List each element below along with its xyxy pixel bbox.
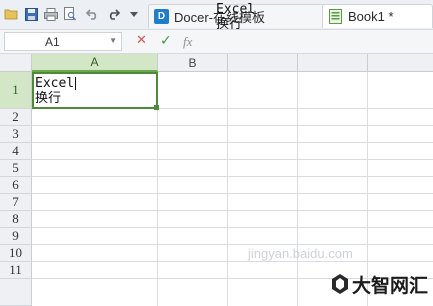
grid-line [32, 193, 433, 194]
cell-text-line-2: 换行 [35, 91, 62, 106]
fx-icon[interactable]: fx [183, 34, 192, 50]
row-header-8[interactable]: 8 [0, 211, 32, 228]
grid-line [32, 261, 433, 262]
text-caret [75, 77, 77, 90]
cell-reference: A1 [45, 34, 60, 49]
watermark-brand: 大智网汇 [352, 275, 429, 297]
column-header-c[interactable] [228, 54, 298, 72]
undo-icon[interactable] [85, 7, 99, 21]
name-box[interactable]: A1 ▼ [4, 32, 122, 51]
redo-icon[interactable] [106, 7, 120, 21]
grid-line [32, 142, 433, 143]
active-cell-a1[interactable]: Excel 换行 [32, 72, 158, 109]
print-preview-icon[interactable] [63, 7, 77, 21]
watermark-site: jingyan.baidu.com [248, 246, 353, 261]
column-header-d[interactable] [298, 54, 368, 72]
cell-text-line-1: Excel [35, 76, 75, 91]
row-header-7[interactable]: 7 [0, 194, 32, 211]
grid-line [32, 210, 433, 211]
column-header-a[interactable]: A [32, 54, 158, 72]
grid-line [32, 176, 433, 177]
grid-line [32, 159, 433, 160]
row-header-11[interactable]: 11 [0, 262, 32, 279]
column-header-b[interactable]: B [158, 54, 228, 72]
formula-line-2: 换行 [216, 17, 243, 32]
formula-input[interactable]: Excel 换行 [216, 2, 433, 34]
row-header-4[interactable]: 4 [0, 143, 32, 160]
row-header-2[interactable]: 2 [0, 109, 32, 126]
row-header-5[interactable]: 5 [0, 160, 32, 177]
confirm-icon[interactable]: ✓ [160, 33, 172, 49]
docer-logo-icon: D [154, 9, 169, 24]
row-header-1[interactable]: 1 [0, 72, 32, 109]
select-all-corner[interactable] [0, 54, 32, 72]
cancel-icon[interactable]: ✕ [136, 33, 147, 48]
grid-line [32, 227, 433, 228]
row-header-9[interactable]: 9 [0, 228, 32, 245]
formula-line-1: Excel [216, 2, 256, 17]
grid-line [32, 125, 433, 126]
print-icon[interactable] [44, 7, 58, 21]
save-icon[interactable] [24, 7, 38, 21]
row-header-3[interactable]: 3 [0, 126, 32, 143]
row-header-6[interactable]: 6 [0, 177, 32, 194]
folder-icon[interactable] [4, 7, 18, 21]
dropdown-icon[interactable] [127, 7, 141, 21]
row-header-12[interactable] [0, 279, 32, 306]
column-header-e[interactable] [368, 54, 433, 72]
grid-line [32, 244, 433, 245]
chevron-down-icon[interactable]: ▼ [109, 36, 117, 45]
watermark-logo-icon [332, 274, 348, 294]
row-header-10[interactable]: 10 [0, 245, 32, 262]
fill-handle[interactable] [154, 105, 159, 110]
